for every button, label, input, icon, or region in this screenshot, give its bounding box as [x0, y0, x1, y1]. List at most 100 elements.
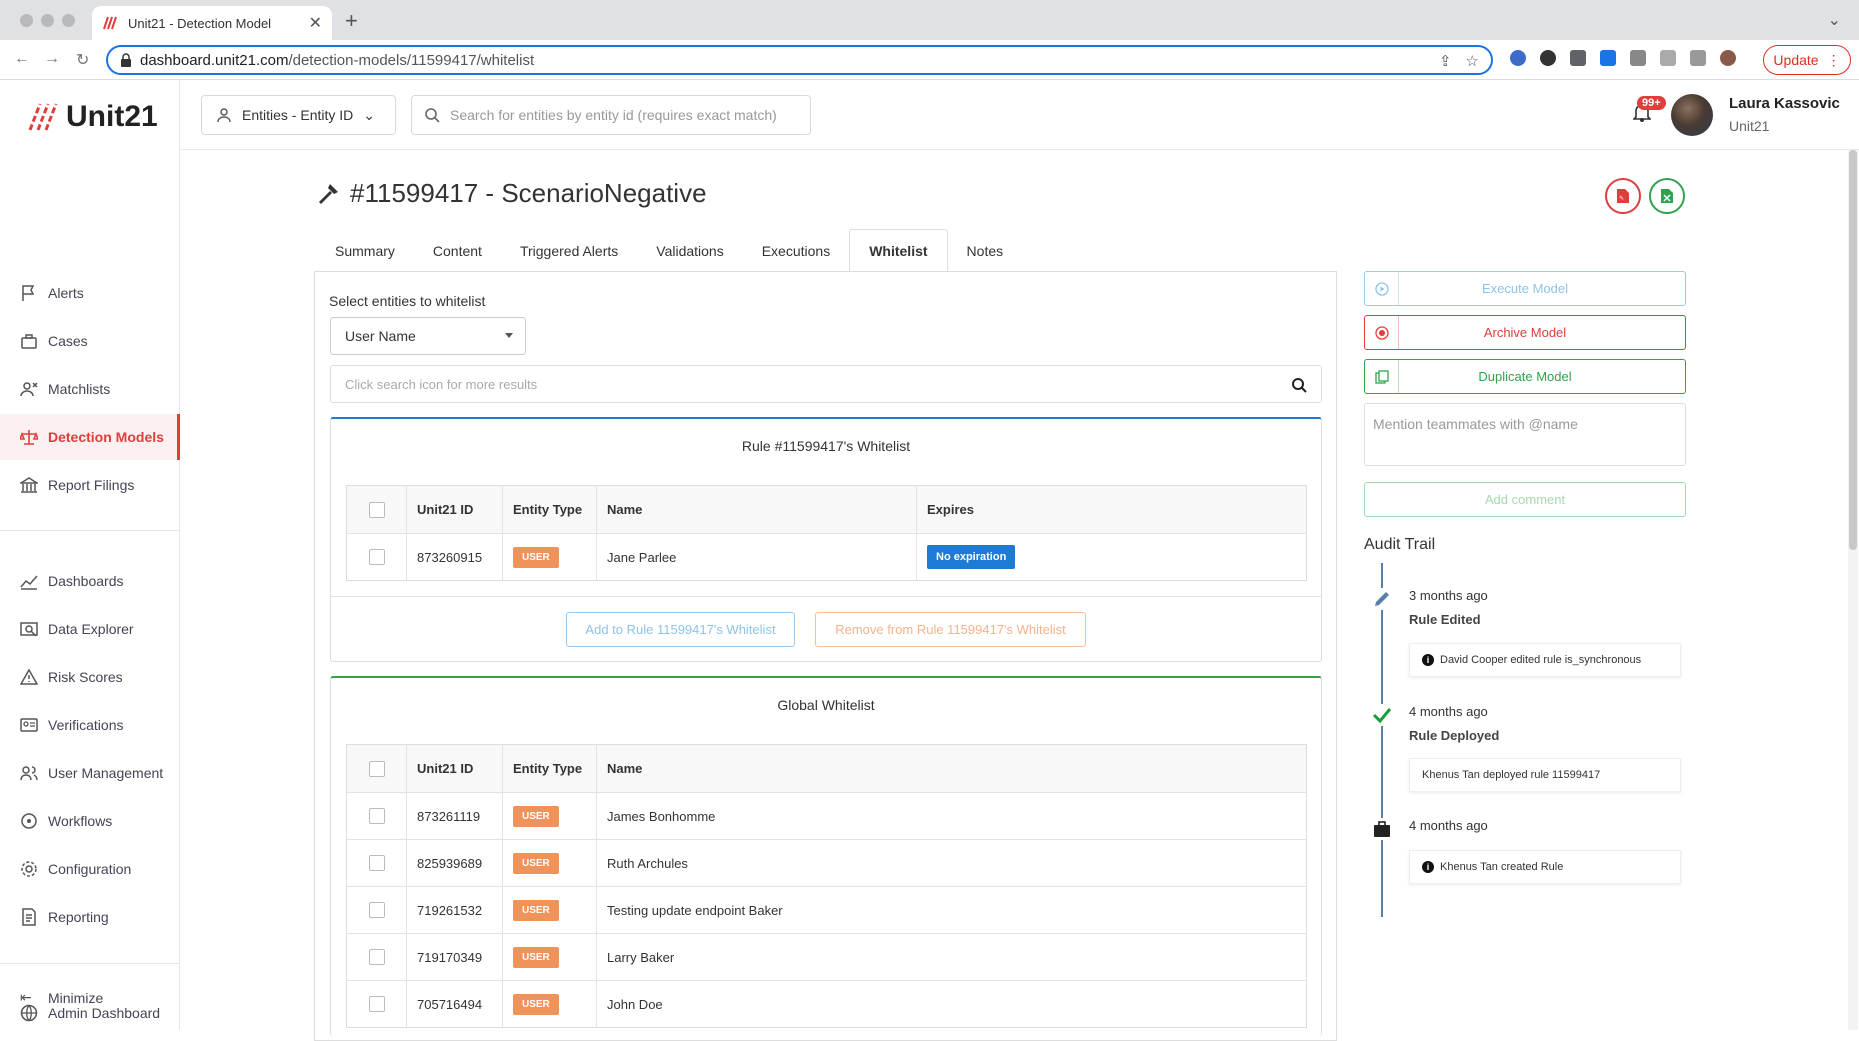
tab-triggered-alerts[interactable]: Triggered Alerts	[501, 229, 637, 272]
extension-icon[interactable]	[1540, 50, 1556, 66]
audit-event: Rule Deployed	[1409, 728, 1500, 743]
column-header[interactable]: Expires	[916, 485, 1307, 534]
logo-text: Unit21	[66, 100, 158, 133]
tab-search-chevron-icon[interactable]: ⌄	[1828, 10, 1841, 30]
add-comment-button[interactable]: Add comment	[1364, 482, 1686, 517]
sidebar-item-cases[interactable]: Cases	[0, 318, 180, 364]
table-row[interactable]: 825939689 USER Ruth Archules	[346, 839, 1307, 887]
sidebar-item-dashboards[interactable]: Dashboards	[0, 558, 180, 604]
profile-avatar-icon[interactable]	[1720, 50, 1736, 66]
sidebar-item-configuration[interactable]: Configuration	[0, 846, 180, 892]
search-icon[interactable]	[1291, 377, 1307, 393]
duplicate-model-button[interactable]: Duplicate Model	[1364, 359, 1686, 394]
sidebar-item-user-management[interactable]: User Management	[0, 750, 180, 796]
export-pdf-button[interactable]: ✎	[1605, 178, 1641, 214]
user-x-icon	[20, 380, 38, 398]
unit21-id-cell: 719261532	[406, 886, 503, 934]
tab-notes[interactable]: Notes	[948, 229, 1023, 272]
reload-icon[interactable]: ↻	[76, 50, 89, 70]
sidebar-item-verifications[interactable]: Verifications	[0, 702, 180, 748]
archive-model-button[interactable]: Archive Model	[1364, 315, 1686, 350]
table-row[interactable]: 873261119 USER James Bonhomme	[346, 792, 1307, 840]
entity-type-tag: USER	[513, 852, 559, 874]
forward-icon[interactable]: →	[44, 50, 60, 68]
rule-whitelist-title: Rule #11599417's Whitelist	[741, 438, 911, 454]
entity-type-selector[interactable]: Entities - Entity ID ⌄	[201, 95, 396, 135]
row-checkbox[interactable]	[368, 902, 385, 919]
url-field[interactable]: dashboard.unit21.com/detection-models/11…	[106, 45, 1493, 75]
chevron-down-icon: ⌄	[363, 106, 375, 123]
share-icon[interactable]: ⇪	[1439, 52, 1452, 70]
sidepanel-icon[interactable]	[1690, 50, 1706, 66]
lock-icon	[121, 53, 131, 67]
update-button[interactable]: Update ⋮	[1763, 45, 1851, 75]
whitelist-search-input[interactable]: Click search icon for more results	[330, 365, 1322, 403]
row-checkbox[interactable]	[368, 549, 385, 566]
unit21-logo[interactable]: Unit21	[26, 100, 158, 134]
entity-search-input[interactable]: Search for entities by entity id (requir…	[411, 95, 811, 135]
extension-icon[interactable]	[1570, 50, 1586, 66]
tab-validations[interactable]: Validations	[637, 229, 742, 272]
export-excel-button[interactable]	[1649, 178, 1685, 214]
extension-icon[interactable]	[1510, 50, 1526, 66]
select-all-checkbox[interactable]	[368, 501, 385, 518]
reading-list-icon[interactable]	[1660, 50, 1676, 66]
sidebar-item-alerts[interactable]: Alerts	[0, 270, 180, 316]
column-header[interactable]: Entity Type	[502, 744, 597, 793]
row-checkbox[interactable]	[368, 949, 385, 966]
audit-detail-text: David Cooper edited rule is_synchronous	[1440, 654, 1642, 666]
sidebar-item-detection-models[interactable]: Detection Models	[0, 414, 180, 460]
gavel-icon	[319, 183, 338, 204]
audit-time: 4 months ago	[1409, 704, 1488, 719]
notification-badge: 99+	[1637, 96, 1666, 110]
tab-whitelist[interactable]: Whitelist	[849, 229, 948, 272]
minimize-button[interactable]: ⇤ Minimize	[0, 975, 180, 1021]
sidebar-item-risk-scores[interactable]: Risk Scores	[0, 654, 180, 700]
column-header[interactable]: Unit21 ID	[406, 744, 503, 793]
audit-detail-text: Khenus Tan created Rule	[1440, 861, 1564, 873]
table-row[interactable]: 873260915 USER Jane Parlee No expiration	[346, 533, 1307, 581]
whitelist-field-select[interactable]: User Name	[330, 317, 526, 355]
sidebar-item-label: Data Explorer	[48, 621, 134, 637]
bookmark-star-icon[interactable]: ☆	[1466, 52, 1479, 70]
table-row[interactable]: 719170349 USER Larry Baker	[346, 933, 1307, 981]
extension-download-icon[interactable]	[1600, 50, 1616, 66]
comment-input[interactable]: Mention teammates with @name	[1364, 403, 1686, 466]
page-scrollbar[interactable]	[1848, 150, 1858, 1030]
tab-executions[interactable]: Executions	[743, 229, 849, 272]
timeline-line	[1381, 563, 1383, 917]
sidebar-item-reporting[interactable]: Reporting	[0, 894, 180, 940]
sidebar-item-matchlists[interactable]: Matchlists	[0, 366, 180, 412]
table-row[interactable]: 719261532 USER Testing update endpoint Bak…	[346, 886, 1307, 934]
avatar[interactable]	[1671, 94, 1713, 136]
window-controls[interactable]	[20, 14, 75, 27]
sidebar-item-workflows[interactable]: Workflows	[0, 798, 180, 844]
scrollbar-thumb[interactable]	[1849, 150, 1857, 550]
flag-icon	[20, 284, 38, 302]
global-whitelist-card: Global Whitelist Unit21 ID Entity Type N…	[330, 676, 1322, 1036]
column-header[interactable]: Name	[596, 744, 1307, 793]
browser-tab[interactable]: Unit21 - Detection Model ✕	[92, 6, 332, 40]
sidebar-item-report-filings[interactable]: Report Filings	[0, 462, 180, 508]
column-header[interactable]: Unit21 ID	[406, 485, 503, 534]
sidebar-item-data-explorer[interactable]: Data Explorer	[0, 606, 180, 652]
add-to-rule-whitelist-button[interactable]: Add to Rule 11599417's Whitelist	[566, 612, 795, 647]
table-row[interactable]: 705716494 USER John Doe	[346, 980, 1307, 1028]
new-tab-icon[interactable]: +	[345, 8, 358, 34]
tab-summary[interactable]: Summary	[316, 229, 414, 272]
execute-model-button[interactable]: Execute Model	[1364, 271, 1686, 306]
column-header[interactable]: Entity Type	[502, 485, 597, 534]
column-header[interactable]: Name	[596, 485, 917, 534]
close-tab-icon[interactable]: ✕	[309, 13, 322, 33]
row-checkbox[interactable]	[368, 996, 385, 1013]
row-checkbox[interactable]	[368, 855, 385, 872]
expiry-badge[interactable]: No expiration	[927, 545, 1016, 569]
row-checkbox[interactable]	[368, 808, 385, 825]
tab-content[interactable]: Content	[414, 229, 501, 272]
puzzle-icon[interactable]	[1630, 50, 1646, 66]
remove-from-rule-whitelist-button[interactable]: Remove from Rule 11599417's Whitelist	[815, 612, 1086, 647]
select-all-checkbox[interactable]	[368, 760, 385, 777]
whitelist-search-placeholder: Click search icon for more results	[345, 376, 538, 392]
back-icon[interactable]: ←	[14, 50, 30, 68]
unit21-id-cell: 705716494	[406, 980, 503, 1028]
